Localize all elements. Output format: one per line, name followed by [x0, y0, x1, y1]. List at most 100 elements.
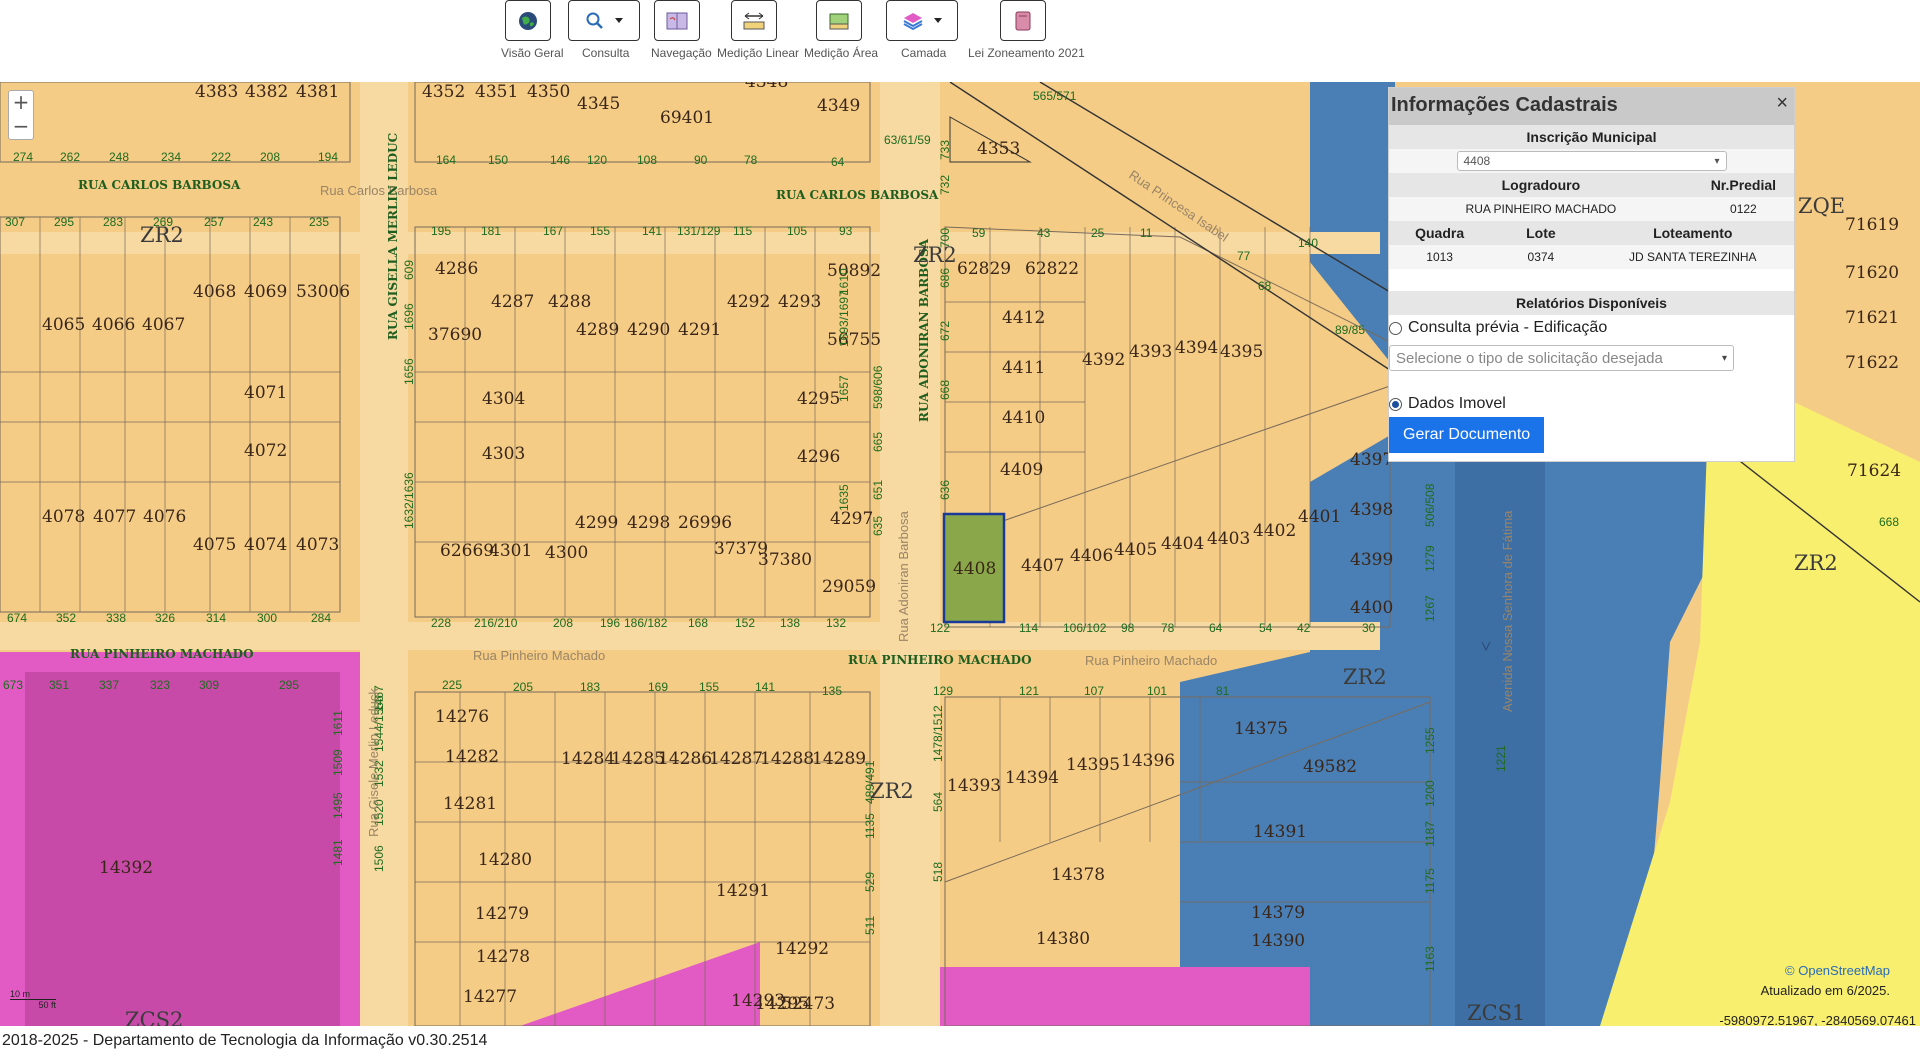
side-number: 283	[103, 215, 123, 229]
side-number: 1481	[331, 839, 345, 866]
lot-number: 4395	[1220, 342, 1263, 362]
lot-number: 4410	[1002, 408, 1045, 428]
zone-label: ZCS1	[1467, 1001, 1525, 1025]
side-number: 262	[60, 150, 80, 164]
lot-number: 4404	[1161, 534, 1204, 554]
zoom-in-button[interactable]: +	[9, 91, 33, 115]
nr-predial-label: Nr.Predial	[1710, 177, 1777, 193]
medicao-area-button[interactable]	[816, 0, 862, 41]
quadra-row: 1013 0374 JD SANTA TEREZINHA	[1389, 245, 1794, 269]
quadra-label: Quadra	[1415, 225, 1465, 241]
lot-number: 26996	[678, 513, 732, 533]
side-number: 208	[553, 616, 573, 630]
lot-number: 14278	[476, 947, 530, 967]
globe-icon	[519, 11, 537, 30]
lot-number: 4301	[489, 541, 532, 561]
lot-number: 4288	[548, 292, 591, 312]
side-number: 1279	[1423, 545, 1437, 572]
lot-number: 4297	[830, 509, 873, 529]
lot-number: 14378	[1051, 865, 1105, 885]
lot-number: 4382	[245, 82, 288, 102]
lot-number: 14287	[709, 749, 763, 769]
consulta-previa-option[interactable]: Consulta prévia - Edificação	[1389, 317, 1794, 339]
lot-number: 50892	[827, 261, 881, 281]
chevron-down-icon: ▾	[1721, 352, 1727, 364]
updated-text: Atualizado em 6/2025.	[1760, 983, 1890, 998]
side-number: 121	[1019, 684, 1039, 698]
side-number: 150	[488, 153, 508, 167]
side-number: 228	[431, 616, 451, 630]
zoom-out-button[interactable]: −	[9, 115, 33, 139]
zone-label: ZQE	[1798, 194, 1845, 218]
dados-imovel-option[interactable]: Dados Imovel	[1389, 393, 1794, 415]
solicitacao-select[interactable]: Selecione o tipo de solicitação desejada…	[1389, 345, 1734, 371]
layers-icon	[903, 12, 923, 30]
gerar-documento-button[interactable]: Gerar Documento	[1389, 417, 1545, 453]
side-number: 64	[831, 155, 845, 169]
lot-number: 14292	[775, 939, 829, 959]
lot-number: 4411	[1002, 358, 1045, 378]
navegacao-button[interactable]	[654, 0, 700, 41]
side-number: 115	[733, 224, 752, 238]
scale-metric: 10 m	[10, 989, 56, 1000]
lot-number: 71622	[1845, 353, 1899, 373]
lei-zoneamento-button[interactable]	[1000, 0, 1046, 41]
side-number: 135	[822, 684, 842, 698]
lot-number: 4291	[678, 320, 721, 340]
attribution-link[interactable]: © OpenStreetMap	[1785, 963, 1890, 978]
side-number: 307	[5, 215, 25, 229]
lot-number: 4076	[143, 507, 186, 527]
consulta-button[interactable]	[568, 0, 640, 41]
side-number: 222	[211, 150, 231, 164]
side-number: 636	[938, 480, 952, 500]
side-number: 186/182	[624, 616, 668, 630]
side-number: 68	[1258, 279, 1272, 293]
lot-number: 56755	[827, 330, 881, 350]
consulta-previa-radio[interactable]	[1389, 321, 1402, 335]
lot-number: 4067	[142, 315, 185, 335]
lot-number: 4352	[422, 82, 465, 102]
medicao-linear-button[interactable]	[731, 0, 777, 41]
side-number: 234	[161, 150, 181, 164]
side-number: 64	[1209, 621, 1223, 635]
side-number: 665	[871, 432, 885, 452]
side-number: 205	[513, 680, 533, 694]
side-number: 101	[1147, 684, 1167, 698]
side-number: 235	[309, 215, 329, 229]
chevron-down-icon	[934, 18, 942, 23]
side-number: 1635	[837, 484, 851, 511]
side-number: 1175	[1423, 868, 1437, 894]
street-label: Rua Carlos Barbosa	[320, 183, 438, 198]
side-number: 243	[253, 215, 273, 229]
side-number: 564	[931, 792, 945, 812]
lot-number: 4412	[1002, 308, 1045, 328]
zone-label: ZCS2	[125, 1008, 183, 1026]
side-number: 63/61/59	[884, 133, 931, 147]
side-number: 42	[1297, 621, 1311, 635]
lot-number: 37690	[428, 325, 482, 345]
nr-predial-value: 0122	[1730, 202, 1757, 216]
inscricao-select[interactable]: 4408 ▾	[1456, 151, 1727, 171]
close-icon[interactable]: ×	[1776, 92, 1788, 115]
lot-number: 71620	[1845, 263, 1899, 283]
lot-number: 4078	[42, 507, 85, 527]
street-label: RUA PINHEIRO MACHADO	[70, 647, 254, 661]
visao-geral-button[interactable]	[505, 0, 551, 41]
lot-number: 4409	[1000, 460, 1043, 480]
lot-number: 4068	[193, 282, 236, 302]
camada-button[interactable]	[886, 0, 958, 41]
book-icon	[1015, 11, 1031, 30]
lot-number: 69401	[660, 108, 714, 128]
side-number: 668	[1879, 515, 1899, 529]
lot-number: 4303	[482, 444, 525, 464]
side-number: 146	[550, 153, 570, 167]
side-number: 511	[863, 916, 877, 935]
side-number: 284	[311, 611, 331, 625]
lot-number: 14289	[812, 749, 866, 769]
logradouro-value: RUA PINHEIRO MACHADO	[1465, 202, 1617, 216]
info-panel-title: Informações Cadastrais	[1391, 94, 1618, 116]
inscricao-value: 4408	[1463, 154, 1491, 168]
street-label: Rua Adoniran Barbosa	[896, 510, 911, 642]
dados-imovel-radio[interactable]	[1389, 397, 1402, 411]
side-number: 1187	[1423, 821, 1437, 847]
